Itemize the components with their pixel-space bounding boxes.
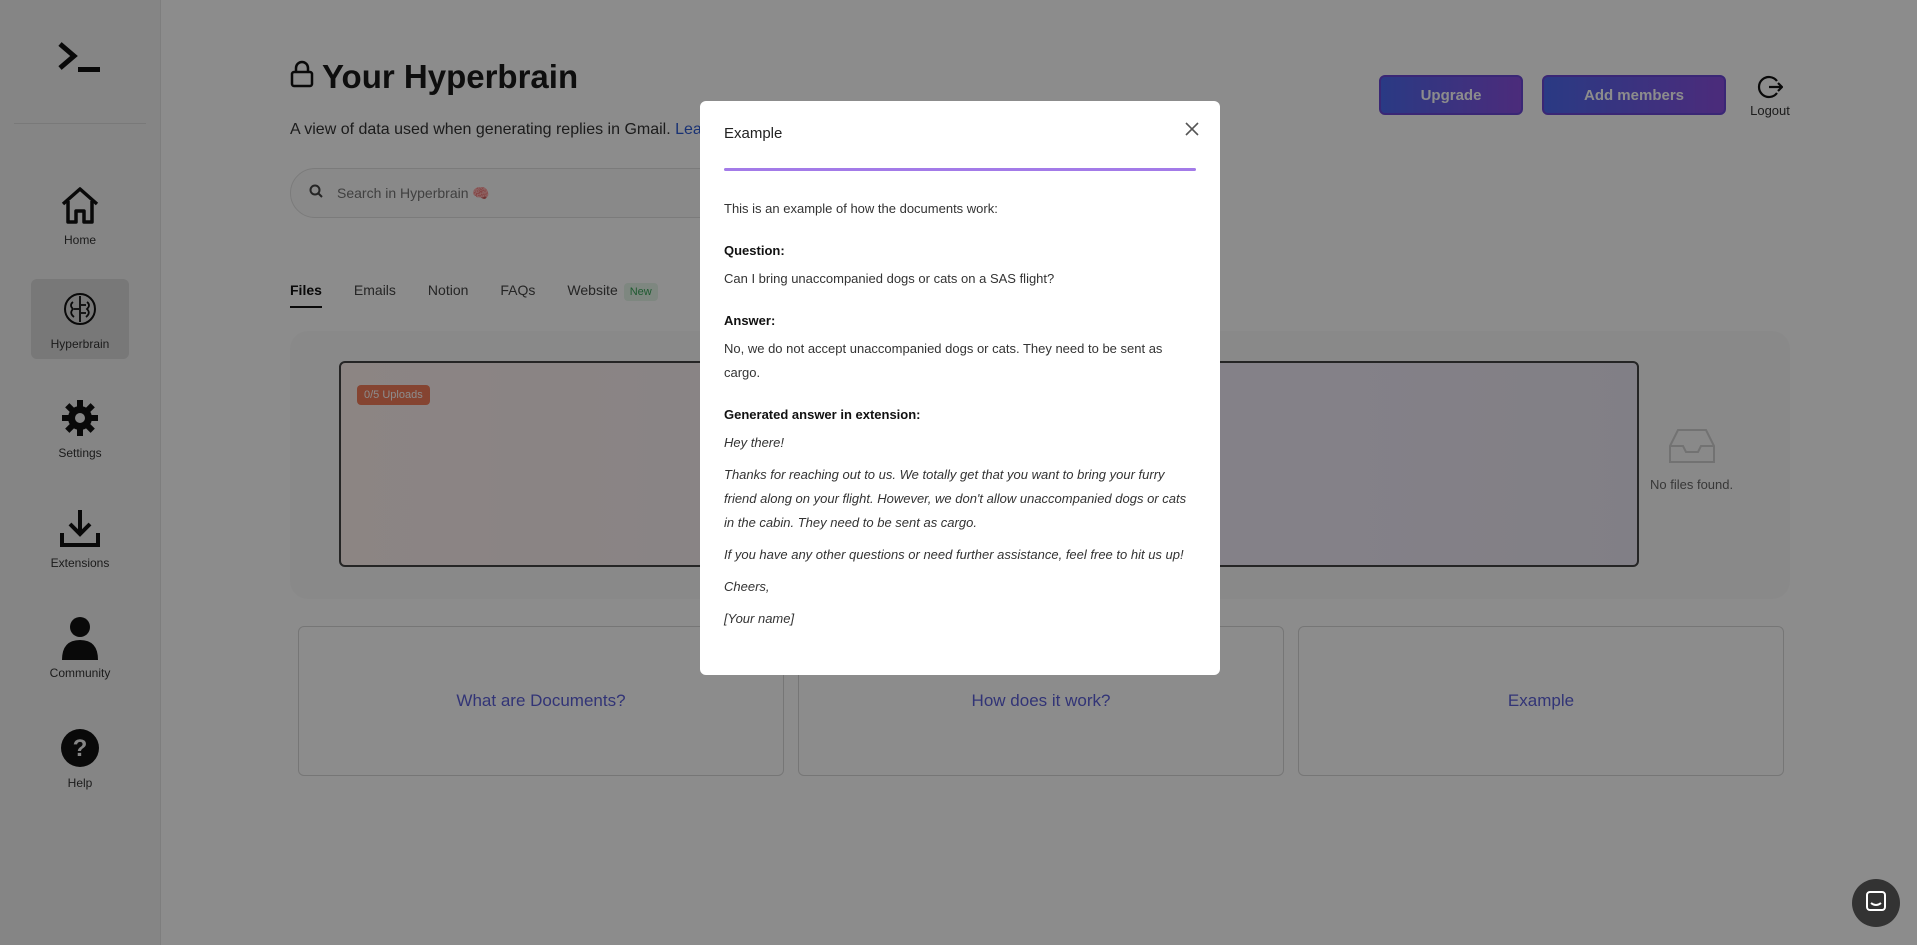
chat-widget-button[interactable] — [1852, 879, 1900, 927]
generated-line: Thanks for reaching out to us. We totall… — [724, 467, 1187, 530]
generated-line: Hey there! — [724, 435, 784, 450]
modal-title: Example — [724, 125, 783, 142]
chat-icon — [1865, 890, 1887, 917]
question-heading: Question: — [724, 243, 785, 258]
generated-line: [Your name] — [724, 611, 795, 626]
example-modal: Example This is an example of how the do… — [700, 101, 1220, 675]
modal-body: This is an example of how the documents … — [724, 197, 1198, 631]
modal-divider — [724, 168, 1196, 171]
modal-intro: This is an example of how the documents … — [724, 201, 998, 216]
generated-heading: Generated answer in extension: — [724, 407, 921, 422]
generated-line: Cheers, — [724, 579, 770, 594]
answer-heading: Answer: — [724, 313, 776, 328]
generated-line: If you have any other questions or need … — [724, 547, 1184, 562]
question-text: Can I bring unaccompanied dogs or cats o… — [724, 271, 1055, 286]
close-icon[interactable] — [1182, 119, 1202, 139]
answer-text: No, we do not accept unaccompanied dogs … — [724, 341, 1163, 380]
